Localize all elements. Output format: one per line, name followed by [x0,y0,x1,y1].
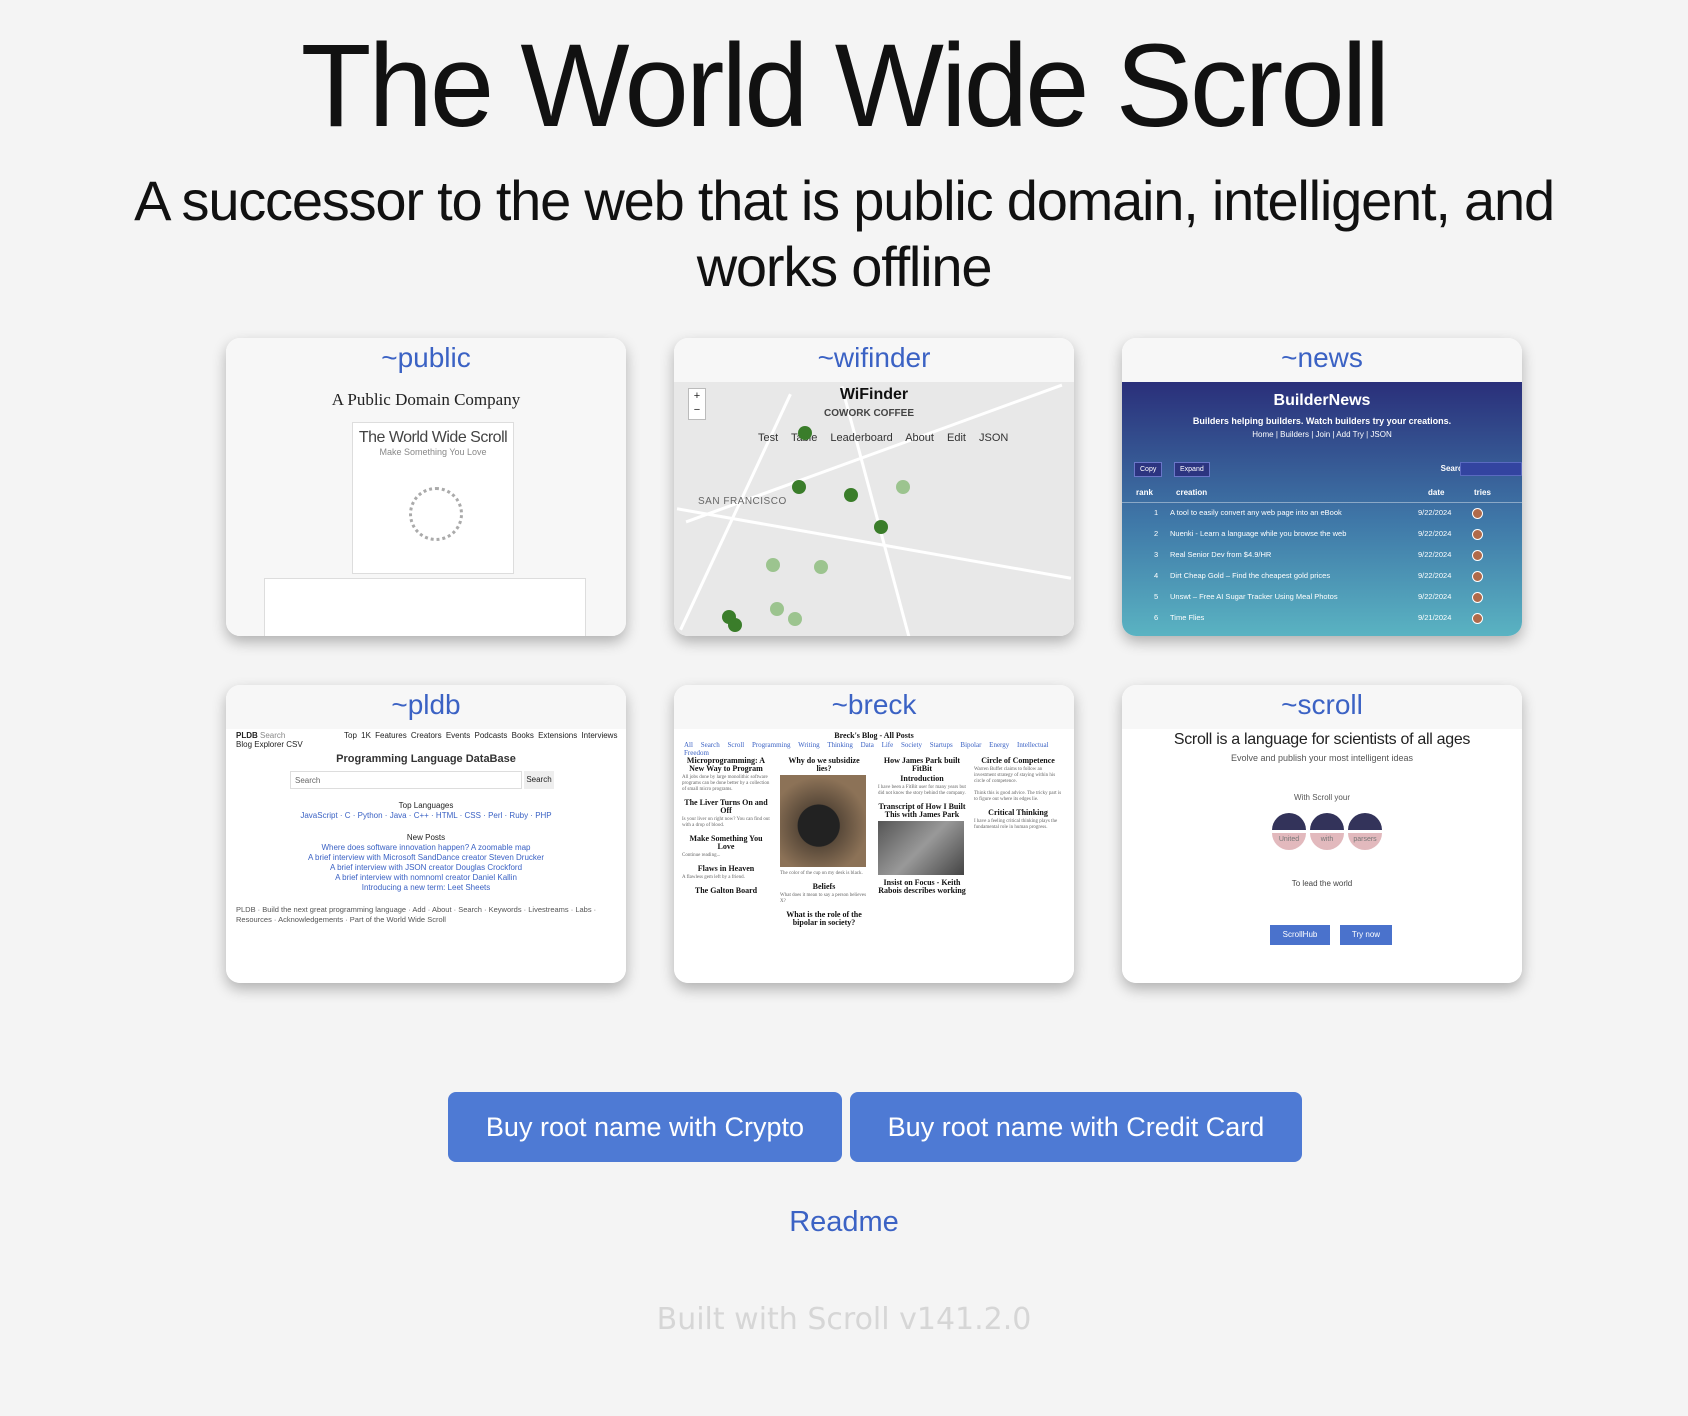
pldb-topnav: Top 1K Features Creators Events Podcasts… [344,731,618,740]
scroll-lead: To lead the world [1291,879,1353,888]
table-row[interactable]: 6 Time Flies 9/21/2024 [1122,613,1522,632]
breck-column: How James Park built FitBit Introduction… [878,756,966,895]
pldb-search-button[interactable]: Search [524,771,554,789]
card-breck-label[interactable]: ~breck [674,685,1074,729]
pldb-top-languages: Top Languages [398,801,454,810]
breck-heading: Breck's Blog - All Posts [834,731,914,740]
scroll-heading: Scroll is a language for scientists of a… [1173,731,1471,748]
card-public-label[interactable]: ~public [226,338,626,382]
col-creation: creation [1176,488,1208,497]
card-pldb[interactable]: ~pldb PLDB Search Blog Explorer CSV Top … [226,685,626,983]
pldb-search-input[interactable]: Search [290,771,522,789]
map-city-label: SAN FRANCISCO [698,496,787,507]
col-tries: tries [1474,488,1491,497]
table-row[interactable]: 2 Nuenki - Learn a language while you bro… [1122,529,1522,548]
avatar [1472,508,1483,519]
pldb-brand: PLDB Search Blog Explorer CSV [236,731,303,749]
card-public[interactable]: ~public A Public Domain Company The Worl… [226,338,626,636]
list-item[interactable]: A brief interview with nomnoml creator D… [226,873,626,883]
col-date: date [1428,488,1445,497]
pldb-footer: PLDB · Build the next great programming … [236,905,597,924]
public-ring-graphic [409,487,463,541]
public-docs-thumbnail [264,578,586,636]
pldb-posts: Where does software innovation happen? A… [226,843,626,893]
news-search-input[interactable] [1460,462,1522,476]
card-news-label[interactable]: ~news [1122,338,1522,382]
map-marker[interactable] [728,618,742,632]
built-with-footer[interactable]: Built with Scroll v141.2.0 [0,1302,1688,1337]
avatar [1472,529,1483,540]
table-row[interactable]: 3 Real Senior Dev from $4.9/HR 9/22/2024 [1122,550,1522,569]
card-breck-preview: Breck's Blog - All Posts All Search Scro… [674,729,1074,983]
breck-column: Why do we subsidize lies? The color of t… [780,756,867,927]
map-marker[interactable] [896,480,910,494]
news-table-header: rank creation date tries [1122,488,1522,503]
table-row[interactable]: 1A tool to easily convert any web page i… [1122,508,1522,527]
mug-photo [780,775,866,867]
scrollhub-button[interactable]: ScrollHub [1270,925,1330,945]
avatar [1472,592,1483,603]
table-row[interactable]: 4 Dirt Cheap Gold – Find the cheapest gol… [1122,571,1522,590]
pldb-languages: JavaScript · C · Python · Java · C++ · H… [300,811,552,820]
card-wifinder-label[interactable]: ~wifinder [674,338,1074,382]
map-marker[interactable] [788,612,802,626]
card-scroll-label[interactable]: ~scroll [1122,685,1522,729]
list-item[interactable]: Where does software innovation happen? A… [226,843,626,853]
news-expand-button[interactable]: Expand [1174,462,1210,477]
card-pldb-preview: PLDB Search Blog Explorer CSV Top 1K Fea… [226,729,626,983]
map-marker[interactable] [770,602,784,616]
card-news-preview: BuilderNews Builders helping builders. W… [1122,382,1522,636]
breck-column: Circle of Competence Warren Buffet claims… [974,756,1062,831]
map-road [676,507,1072,580]
buy-credit-card-button[interactable]: Buy root name with Credit Card [850,1092,1302,1162]
page-title: The World Wide Scroll [300,20,1390,152]
avatar [1472,613,1483,624]
table-row[interactable]: 5 Unswt – Free AI Sugar Tracker Using Mea… [1122,592,1522,611]
scroll-with: With Scroll your [1293,793,1350,802]
card-pldb-label[interactable]: ~pldb [226,685,626,729]
card-wifinder-preview: + − WiFinder COWORK COFFEE Test Table Lea… [674,382,1074,636]
scroll-subheading: Evolve and publish your most intelligent… [1230,753,1414,763]
wifinder-title: WiFinder [839,386,909,403]
avatar [1472,571,1483,582]
public-heading: A Public Domain Company [331,390,521,409]
pldb-new-posts: New Posts [406,833,446,842]
breck-column: Microprogramming: A New Way to Program Al… [682,756,770,895]
page-subtitle: A successor to the web that is public do… [134,169,1555,298]
col-rank: rank [1136,488,1153,497]
wifinder-nav: Test Table Leaderboard About Edit JSON [758,432,1009,444]
card-public-preview: A Public Domain Company The World Wide S… [226,382,626,636]
person-photo [878,821,964,875]
wifinder-place: COWORK COFFEE [824,408,914,419]
breck-nav: All Search Scroll Programming Writing Th… [684,741,1049,757]
card-wifinder[interactable]: ~wifinder + − WiFinder COWORK COFFEE Test… [674,338,1074,636]
news-copy-button[interactable]: Copy [1134,462,1163,477]
news-tagline: Builders helping builders. Watch builder… [1192,416,1452,426]
news-title: BuilderNews [1273,392,1371,409]
public-book: The World Wide Scroll Make Something You… [352,422,514,574]
card-news[interactable]: ~news BuilderNews Builders helping build… [1122,338,1522,636]
try-now-button[interactable]: Try now [1340,925,1392,945]
list-item[interactable]: A brief interview with Microsoft SandDan… [226,853,626,863]
map-marker[interactable] [874,520,888,534]
list-item[interactable]: A brief interview with JSON creator Doug… [226,863,626,873]
buy-crypto-button[interactable]: Buy root name with Crypto [448,1092,842,1162]
list-item[interactable]: Introducing a new term: Leet Sheets [226,883,626,893]
map-marker[interactable] [766,558,780,572]
map-marker[interactable] [814,560,828,574]
card-scroll-preview: Scroll is a language for scientists of a… [1122,729,1522,983]
readme-link[interactable]: Readme [0,1206,1688,1239]
pldb-heading: Programming Language DataBase [336,753,516,765]
avatar [1472,550,1483,561]
public-book-sub: Make Something You Love [379,447,487,457]
card-scroll[interactable]: ~scroll Scroll is a language for scienti… [1122,685,1522,983]
map-marker[interactable] [792,480,806,494]
map-marker[interactable] [798,426,812,440]
card-breck[interactable]: ~breck Breck's Blog - All Posts All Sear… [674,685,1074,983]
map-road [840,386,911,636]
news-nav: Home | Builders | Join | Add Try | JSON [1252,430,1392,439]
public-book-title: The World Wide Scroll [358,429,508,446]
map-marker[interactable] [844,488,858,502]
